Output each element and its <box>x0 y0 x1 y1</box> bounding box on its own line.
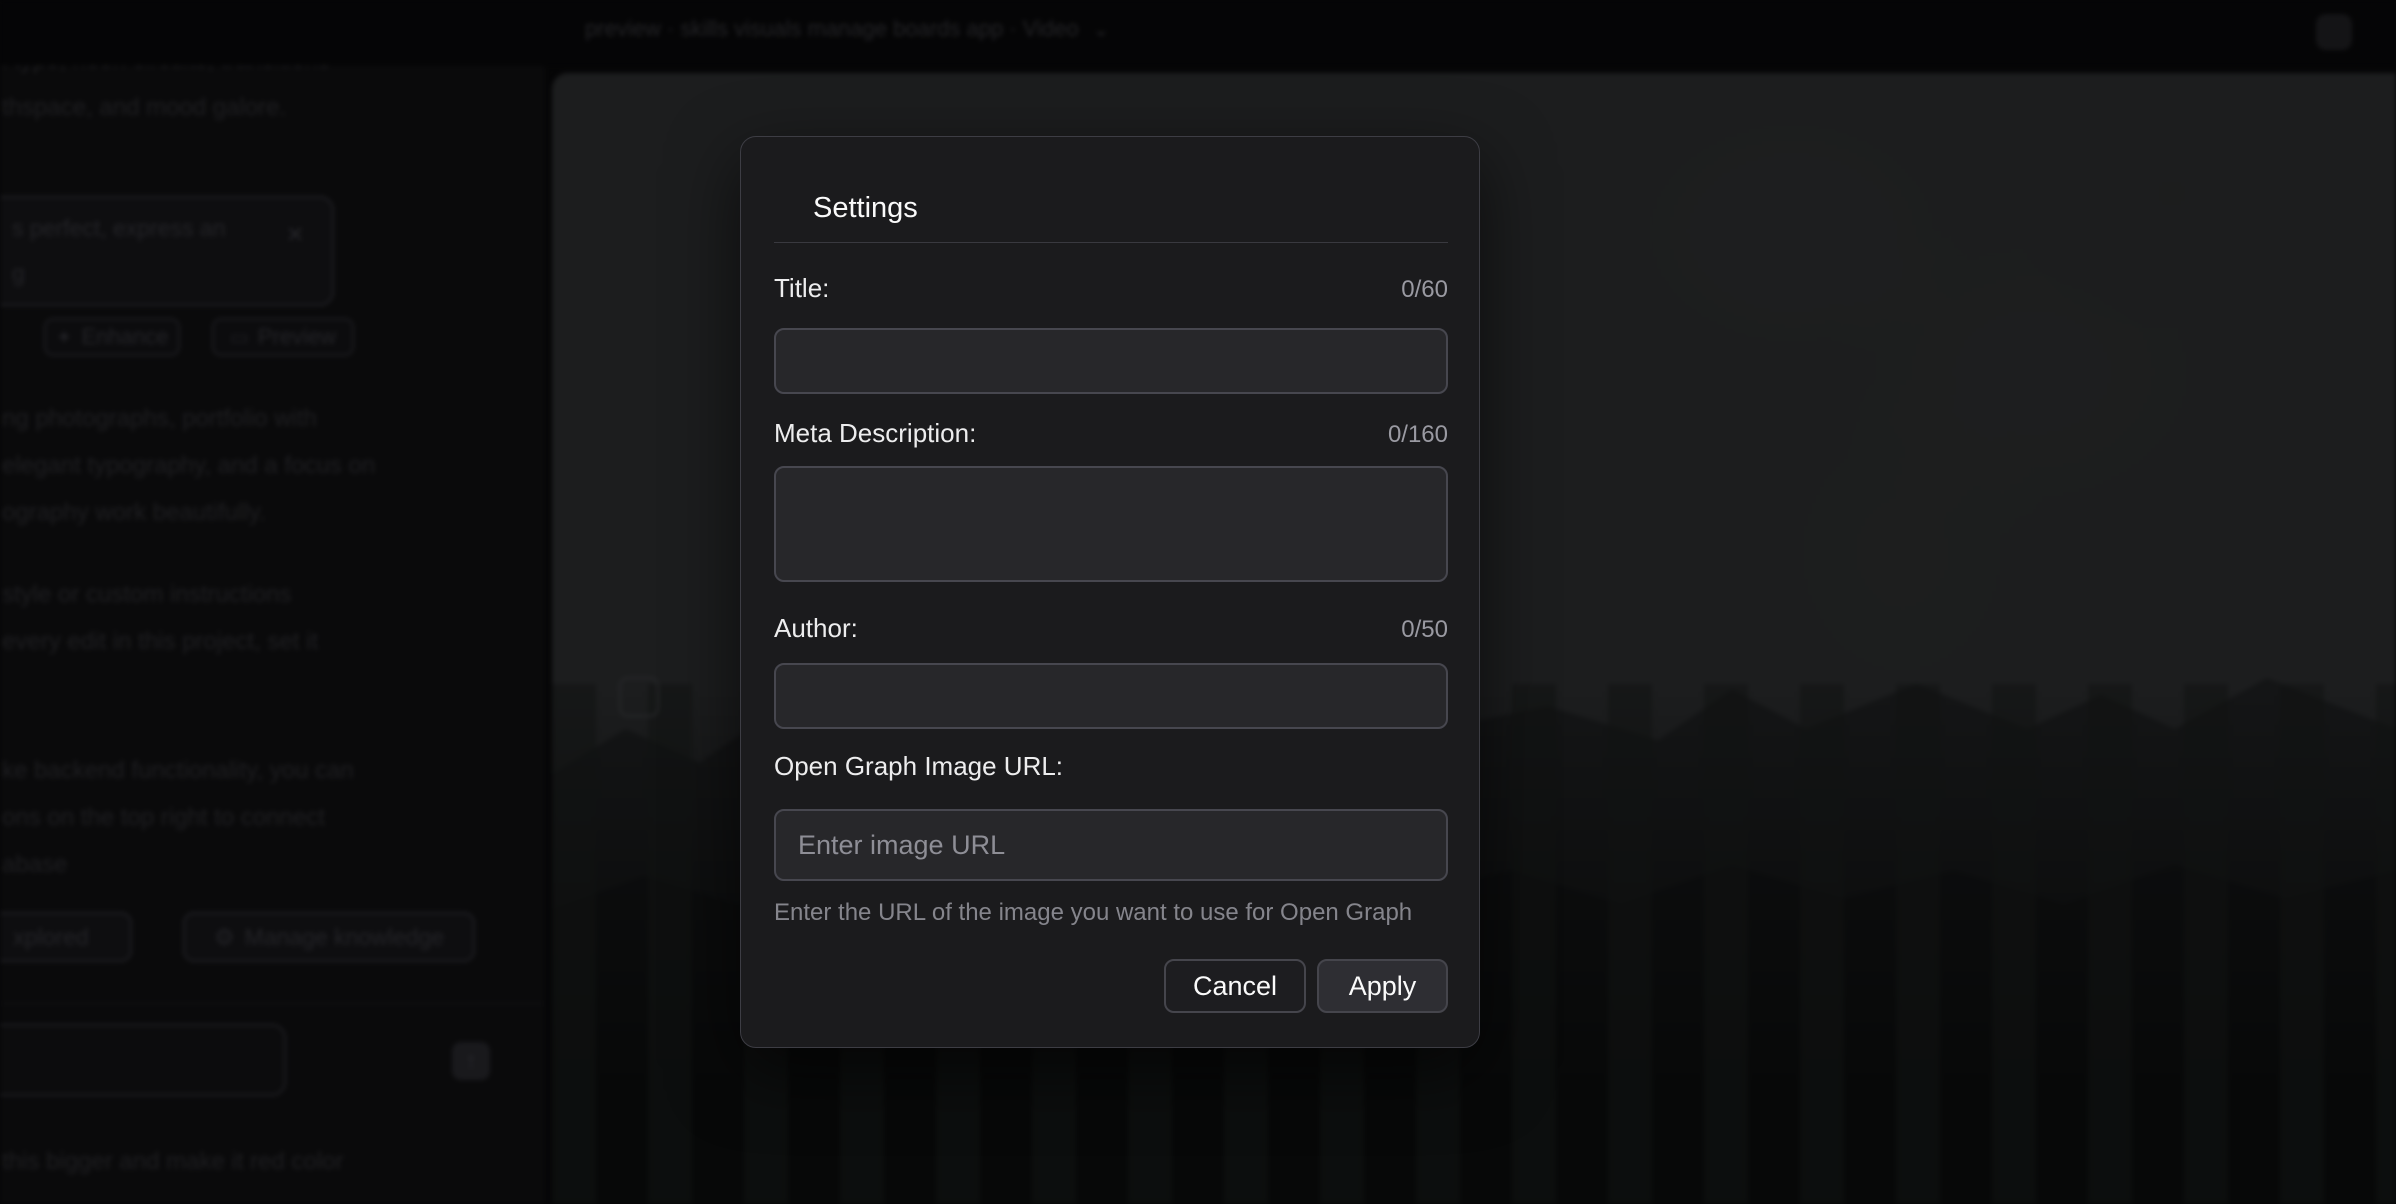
manage-knowledge-button[interactable]: ⚙ Manage knowledge <box>183 912 475 962</box>
account-icon[interactable] <box>2316 14 2352 50</box>
chat-composer-input[interactable] <box>0 1024 286 1096</box>
meta-description-label: Meta Description: <box>774 418 976 449</box>
monitor-icon: ▭ <box>230 325 249 350</box>
sparkles-icon: ✦ <box>56 325 73 350</box>
suggestion-card-text: s perfect, express an <box>12 215 226 242</box>
og-image-label-row: Open Graph Image URL: <box>774 751 1448 782</box>
button-label: xplored <box>13 924 88 951</box>
og-image-url-input[interactable] <box>774 809 1448 881</box>
title-input[interactable] <box>774 328 1448 394</box>
top-bar: preview · skills visuals manage boards a… <box>0 0 2396 66</box>
apply-button[interactable]: Apply <box>1317 959 1448 1013</box>
author-label: Author: <box>774 613 858 644</box>
chat-message-text: this bigger and make it red color <box>2 1148 344 1176</box>
meta-description-label-row: Meta Description: 0/160 <box>774 418 1448 449</box>
author-label-row: Author: 0/50 <box>774 613 1448 644</box>
button-label: Manage knowledge <box>245 924 444 951</box>
chat-text-line: ography work beautifully. <box>2 499 266 527</box>
close-icon[interactable]: ✕ <box>286 222 304 248</box>
dialog-divider <box>774 242 1448 243</box>
suggestion-card[interactable]: s perfect, express an g ✕ <box>0 196 334 306</box>
chat-text-line: every edit in this project, set it <box>2 628 318 656</box>
chip-label: Preview <box>258 324 336 350</box>
title-char-counter: 0/60 <box>1401 276 1448 304</box>
preview-element-outline <box>619 677 659 717</box>
og-image-helper-text: Enter the URL of the image you want to u… <box>774 899 1448 927</box>
enhance-chip[interactable]: ✦ Enhance <box>44 318 180 356</box>
cancel-button[interactable]: Cancel <box>1164 959 1306 1013</box>
settings-dialog: Settings Title: 0/60 Meta Description: 0… <box>740 136 1480 1048</box>
sidebar-divider <box>0 1003 545 1004</box>
chat-text-line: ons on the top right to connect <box>2 804 325 832</box>
arrow-up-icon: ↑ <box>466 1048 477 1074</box>
chat-sidebar: l typo, neon circuits, transitions thspa… <box>0 0 545 1204</box>
dialog-title: Settings <box>813 192 918 225</box>
chat-text-line: abase <box>2 851 67 879</box>
og-image-url-label: Open Graph Image URL: <box>774 751 1063 782</box>
gear-icon: ⚙ <box>214 924 235 951</box>
chat-text-line: thspace, and mood galore. <box>2 94 286 122</box>
send-button[interactable]: ↑ <box>452 1042 490 1080</box>
suggestion-card-text: g <box>12 260 25 287</box>
title-label: Title: <box>774 273 829 304</box>
project-breadcrumb[interactable]: preview · skills visuals manage boards a… <box>585 16 1109 42</box>
chat-text-line: style or custom instructions <box>2 581 291 609</box>
explored-button[interactable]: xplored <box>0 912 132 962</box>
meta-description-char-counter: 0/160 <box>1388 421 1448 449</box>
title-label-row: Title: 0/60 <box>774 273 1448 304</box>
author-char-counter: 0/50 <box>1401 616 1448 644</box>
chip-label: Enhance <box>81 324 168 350</box>
chat-text-line: ke backend functionality, you can <box>2 757 354 785</box>
author-input[interactable] <box>774 663 1448 729</box>
chat-text-line: ng photographs, portfolio with <box>2 405 317 433</box>
preview-chip[interactable]: ▭ Preview <box>212 318 354 356</box>
chat-text-line: elegant typography, and a focus on <box>2 452 375 480</box>
meta-description-textarea[interactable] <box>774 466 1448 582</box>
chevron-down-icon: ⌄ <box>1093 17 1110 42</box>
